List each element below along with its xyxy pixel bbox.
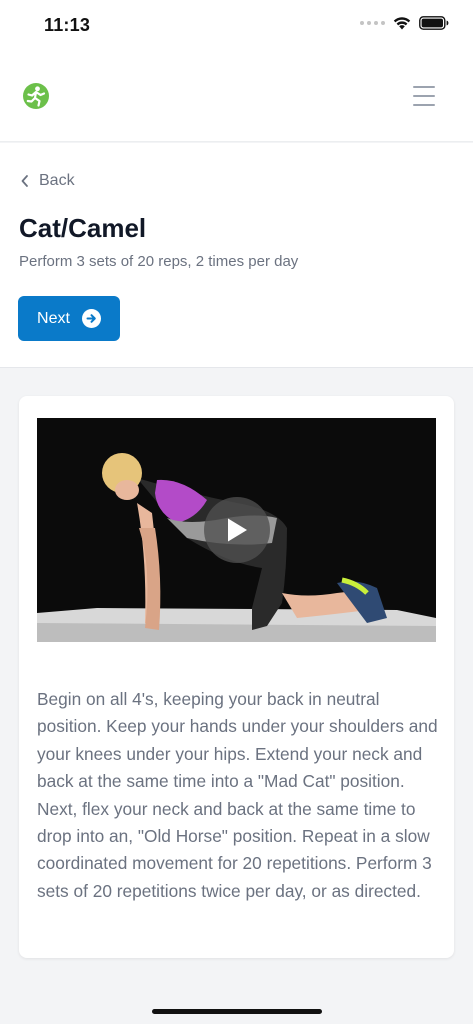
exercise-video[interactable] (37, 418, 436, 642)
back-button[interactable]: Back (20, 172, 75, 190)
status-bar: 11:13 (0, 0, 473, 52)
page-title: Cat/Camel (19, 213, 147, 243)
arrow-right-circle-icon (81, 309, 101, 328)
home-indicator[interactable] (152, 1009, 322, 1014)
cellular-signal-icon (360, 21, 385, 25)
chevron-left-icon (21, 175, 28, 187)
back-label: Back (39, 172, 75, 189)
status-time: 11:13 (44, 15, 91, 35)
runner-logo-icon[interactable] (22, 82, 50, 110)
exercise-description: Begin on all 4's, keeping your back in n… (37, 689, 438, 901)
hamburger-menu-icon[interactable] (413, 86, 435, 106)
exercise-prescription: Perform 3 sets of 20 reps, 2 times per d… (19, 253, 299, 270)
wifi-icon (393, 17, 411, 30)
exercise-header: Back Cat/Camel Perform 3 sets of 20 reps… (0, 143, 473, 368)
app-header (0, 52, 473, 142)
next-label: Next (37, 309, 70, 327)
status-icons (360, 16, 449, 30)
battery-icon (419, 16, 449, 30)
exercise-card: Begin on all 4's, keeping your back in n… (19, 396, 454, 958)
play-icon (228, 518, 247, 542)
next-button[interactable]: Next (18, 296, 120, 341)
play-button[interactable] (204, 497, 270, 563)
